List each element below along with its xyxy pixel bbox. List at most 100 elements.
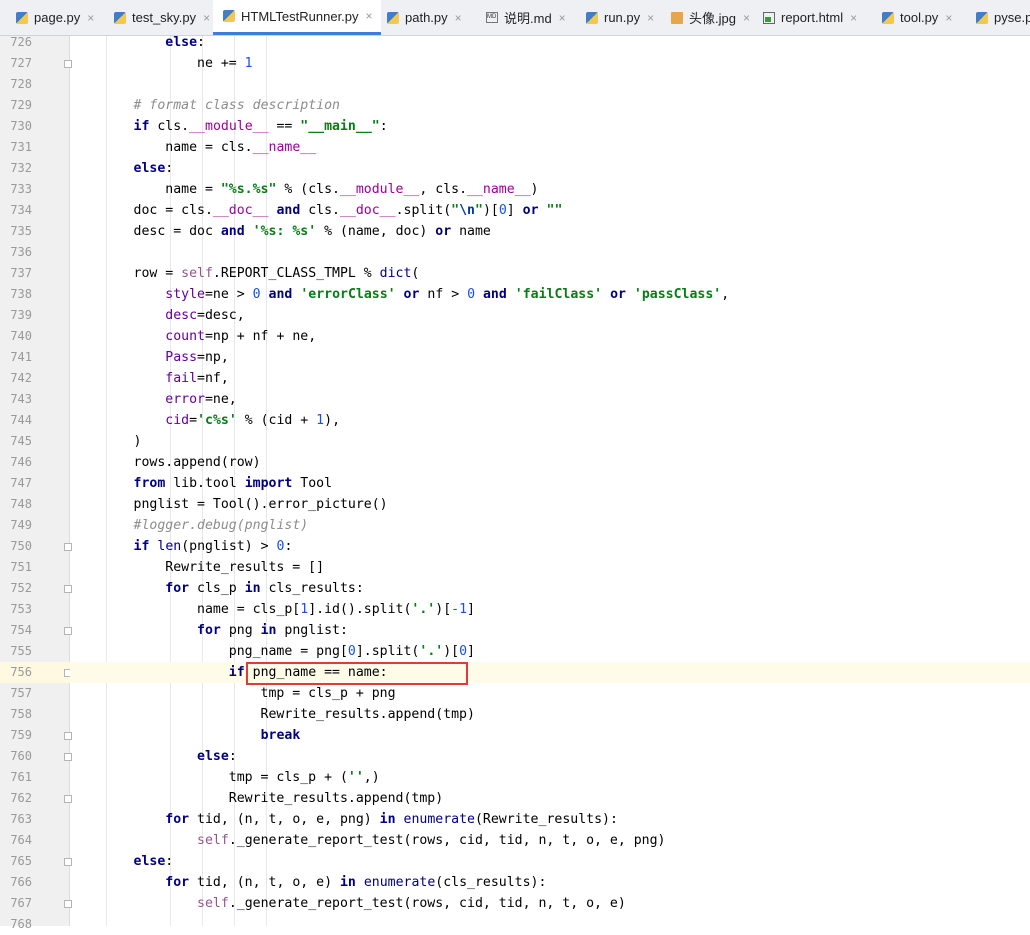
code-line[interactable] [70, 914, 1030, 926]
line-number: 755 [10, 644, 32, 658]
code-line[interactable]: cid='c%s' % (cid + 1), [70, 410, 1030, 431]
line-number: 764 [10, 833, 32, 847]
code-line[interactable]: style=ne > 0 and 'errorClass' or nf > 0 … [70, 284, 1030, 305]
code-line[interactable]: Rewrite_results.append(tmp) [70, 704, 1030, 725]
line-number: 768 [10, 917, 32, 931]
tab-4[interactable]: 说明.md × [480, 0, 580, 35]
html-file-icon [763, 11, 775, 24]
line-number: 727 [10, 56, 32, 70]
code-line[interactable]: doc = cls.__doc__ and cls.__doc__.split(… [70, 200, 1030, 221]
code-line[interactable]: rows.append(row) [70, 452, 1030, 473]
line-number: 759 [10, 728, 32, 742]
line-number: 761 [10, 770, 32, 784]
code-line[interactable]: desc = doc and '%s: %s' % (name, doc) or… [70, 221, 1030, 242]
python-file-icon [114, 11, 126, 24]
code-line[interactable]: Rewrite_results.append(tmp) [70, 788, 1030, 809]
line-number: 751 [10, 560, 32, 574]
line-number: 730 [10, 119, 32, 133]
code-line[interactable]: self._generate_report_test(rows, cid, ti… [70, 830, 1030, 851]
code-line[interactable]: row = self.REPORT_CLASS_TMPL % dict( [70, 263, 1030, 284]
line-number: 746 [10, 455, 32, 469]
close-tab-icon[interactable]: × [945, 11, 952, 25]
code-line[interactable]: else: [70, 36, 1030, 53]
code-line[interactable]: name = cls.__name__ [70, 137, 1030, 158]
code-line[interactable]: break [70, 725, 1030, 746]
tab-6[interactable]: 头像.jpg × [665, 0, 757, 35]
code-line[interactable]: else: [70, 158, 1030, 179]
tab-9[interactable]: pyse.py× [970, 0, 1030, 35]
code-line[interactable]: for cls_p in cls_results: [70, 578, 1030, 599]
tab-label: tool.py [900, 10, 939, 25]
python-file-icon [387, 11, 399, 24]
code-line[interactable]: fail=nf, [70, 368, 1030, 389]
line-number: 756 [0, 662, 70, 683]
code-line[interactable]: if len(pnglist) > 0: [70, 536, 1030, 557]
code-line[interactable]: #logger.debug(pnglist) [70, 515, 1030, 536]
code-line[interactable] [70, 242, 1030, 263]
editor-tab-bar: page.py × test_sky.py × HTMLTestRunner.py × pa… [0, 0, 1030, 36]
python-file-icon [976, 11, 988, 24]
tab-0[interactable]: page.py × [10, 0, 108, 35]
line-number: 731 [10, 140, 32, 154]
code-line[interactable]: else: [70, 851, 1030, 872]
code-line[interactable]: name = cls_p[1].id().split('.')[-1] [70, 599, 1030, 620]
tab-5[interactable]: run.py × [580, 0, 665, 35]
code-line[interactable]: error=ne, [70, 389, 1030, 410]
code-line[interactable] [70, 74, 1030, 95]
close-tab-icon[interactable]: × [743, 11, 750, 25]
code-line[interactable]: for tid, (n, t, o, e) in enumerate(cls_r… [70, 872, 1030, 893]
image-file-icon [671, 11, 683, 24]
line-number: 758 [10, 707, 32, 721]
tab-label: 说明.md [504, 11, 552, 26]
code-line[interactable]: png_name = png[0].split('.')[0] [70, 641, 1030, 662]
code-line[interactable]: ne += 1 [70, 53, 1030, 74]
python-file-icon [882, 11, 894, 24]
code-line[interactable]: count=np + nf + ne, [70, 326, 1030, 347]
line-number: 744 [10, 413, 32, 427]
close-tab-icon[interactable]: × [850, 11, 857, 25]
code-line[interactable]: for png in pnglist: [70, 620, 1030, 641]
close-tab-icon[interactable]: × [647, 11, 654, 25]
code-line[interactable]: from lib.tool import Tool [70, 473, 1030, 494]
close-tab-icon[interactable]: × [87, 11, 94, 25]
line-number: 767 [10, 896, 32, 910]
tab-1[interactable]: test_sky.py × [108, 0, 213, 35]
line-number: 745 [10, 434, 32, 448]
python-file-icon [586, 11, 598, 24]
line-number: 749 [10, 518, 32, 532]
code-line[interactable]: tmp = cls_p + ('',) [70, 767, 1030, 788]
tab-2[interactable]: HTMLTestRunner.py × [213, 0, 381, 35]
line-number: 734 [10, 203, 32, 217]
line-number: 740 [10, 329, 32, 343]
code-editor[interactable]: else: ne += 1 # format class description… [70, 36, 1030, 926]
code-line[interactable]: # format class description [70, 95, 1030, 116]
code-line[interactable]: desc=desc, [70, 305, 1030, 326]
code-line[interactable]: Pass=np, [70, 347, 1030, 368]
line-number: 732 [10, 161, 32, 175]
code-line[interactable]: if cls.__module__ == "__main__": [70, 116, 1030, 137]
code-line[interactable]: name = "%s.%s" % (cls.__module__, cls.__… [70, 179, 1030, 200]
tab-label: HTMLTestRunner.py [241, 8, 359, 24]
close-tab-icon[interactable]: × [455, 11, 462, 25]
line-number: 743 [10, 392, 32, 406]
close-tab-icon[interactable]: × [203, 11, 210, 25]
tab-3[interactable]: path.py × [381, 0, 480, 35]
tab-label: pyse.py [994, 10, 1030, 25]
tab-label: page.py [34, 10, 81, 25]
code-line[interactable]: ) [70, 431, 1030, 452]
line-number: 741 [10, 350, 32, 364]
tab-label: 头像.jpg [689, 11, 736, 26]
tab-8[interactable]: tool.py × [876, 0, 970, 35]
code-line[interactable]: pnglist = Tool().error_picture() [70, 494, 1030, 515]
tab-label: run.py [604, 10, 641, 25]
line-number: 753 [10, 602, 32, 616]
code-line[interactable]: Rewrite_results = [] [70, 557, 1030, 578]
code-line[interactable]: else: [70, 746, 1030, 767]
code-line[interactable]: if png_name == name: [70, 662, 1030, 683]
code-line[interactable]: self._generate_report_test(rows, cid, ti… [70, 893, 1030, 914]
tab-7[interactable]: report.html × [757, 0, 876, 35]
code-line[interactable]: for tid, (n, t, o, e, png) in enumerate(… [70, 809, 1030, 830]
code-line[interactable]: tmp = cls_p + png [70, 683, 1030, 704]
close-tab-icon[interactable]: × [559, 11, 566, 25]
close-tab-icon[interactable]: × [366, 9, 373, 23]
